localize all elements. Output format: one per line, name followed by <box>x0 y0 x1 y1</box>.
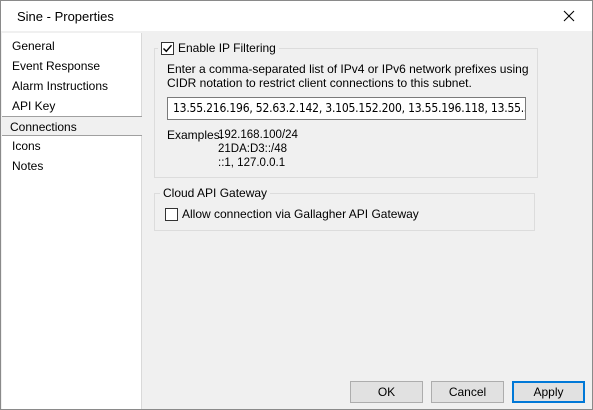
cancel-button[interactable]: Cancel <box>431 381 504 403</box>
ip-filtering-description: Enter a comma-separated list of IPv4 or … <box>167 62 529 90</box>
checkmark-icon <box>163 44 173 52</box>
sidebar-item-icons[interactable]: Icons <box>2 136 142 156</box>
ok-button[interactable]: OK <box>350 381 423 403</box>
ip-filtering-checkbox[interactable] <box>161 41 174 55</box>
gallagher-gateway-toggle[interactable]: Allow connection via Gallagher API Gatew… <box>165 207 419 221</box>
sidebar-item-general[interactable]: General <box>2 36 142 56</box>
sidebar-item-notes[interactable]: Notes <box>2 156 142 176</box>
gallagher-gateway-label: Allow connection via Gallagher API Gatew… <box>182 207 419 221</box>
apply-button[interactable]: Apply <box>512 381 585 403</box>
close-button[interactable] <box>546 1 592 31</box>
cloud-gateway-group-label: Cloud API Gateway <box>160 186 271 200</box>
example-ipv4: 192.168.100/24 <box>218 129 298 141</box>
sidebar-item-connections[interactable]: Connections <box>2 116 142 136</box>
enable-ip-filtering-toggle[interactable]: Enable IP Filtering <box>158 41 279 55</box>
close-icon <box>563 10 575 22</box>
sidebar-item-alarm-instructions[interactable]: Alarm Instructions <box>2 76 142 96</box>
sidebar-nav: General Event Response Alarm Instruction… <box>2 33 142 409</box>
examples-label: Examples: <box>167 128 224 142</box>
title-bar[interactable]: Sine - Properties <box>1 1 592 31</box>
ip-prefix-input[interactable]: 13.55.216.196, 52.63.2.142, 3.105.152.20… <box>167 97 526 120</box>
window-title: Sine - Properties <box>17 9 114 24</box>
ip-filtering-label: Enable IP Filtering <box>178 41 276 55</box>
gallagher-gateway-checkbox[interactable] <box>165 207 178 221</box>
sidebar-item-api-key[interactable]: API Key <box>2 96 142 116</box>
sidebar-item-event-response[interactable]: Event Response <box>2 56 142 76</box>
example-ipv6: 21DA:D3::/48 <box>218 143 288 155</box>
properties-window: Sine - Properties General Event Response… <box>0 0 593 410</box>
example-localhost: ::1, 127.0.0.1 <box>218 157 286 169</box>
